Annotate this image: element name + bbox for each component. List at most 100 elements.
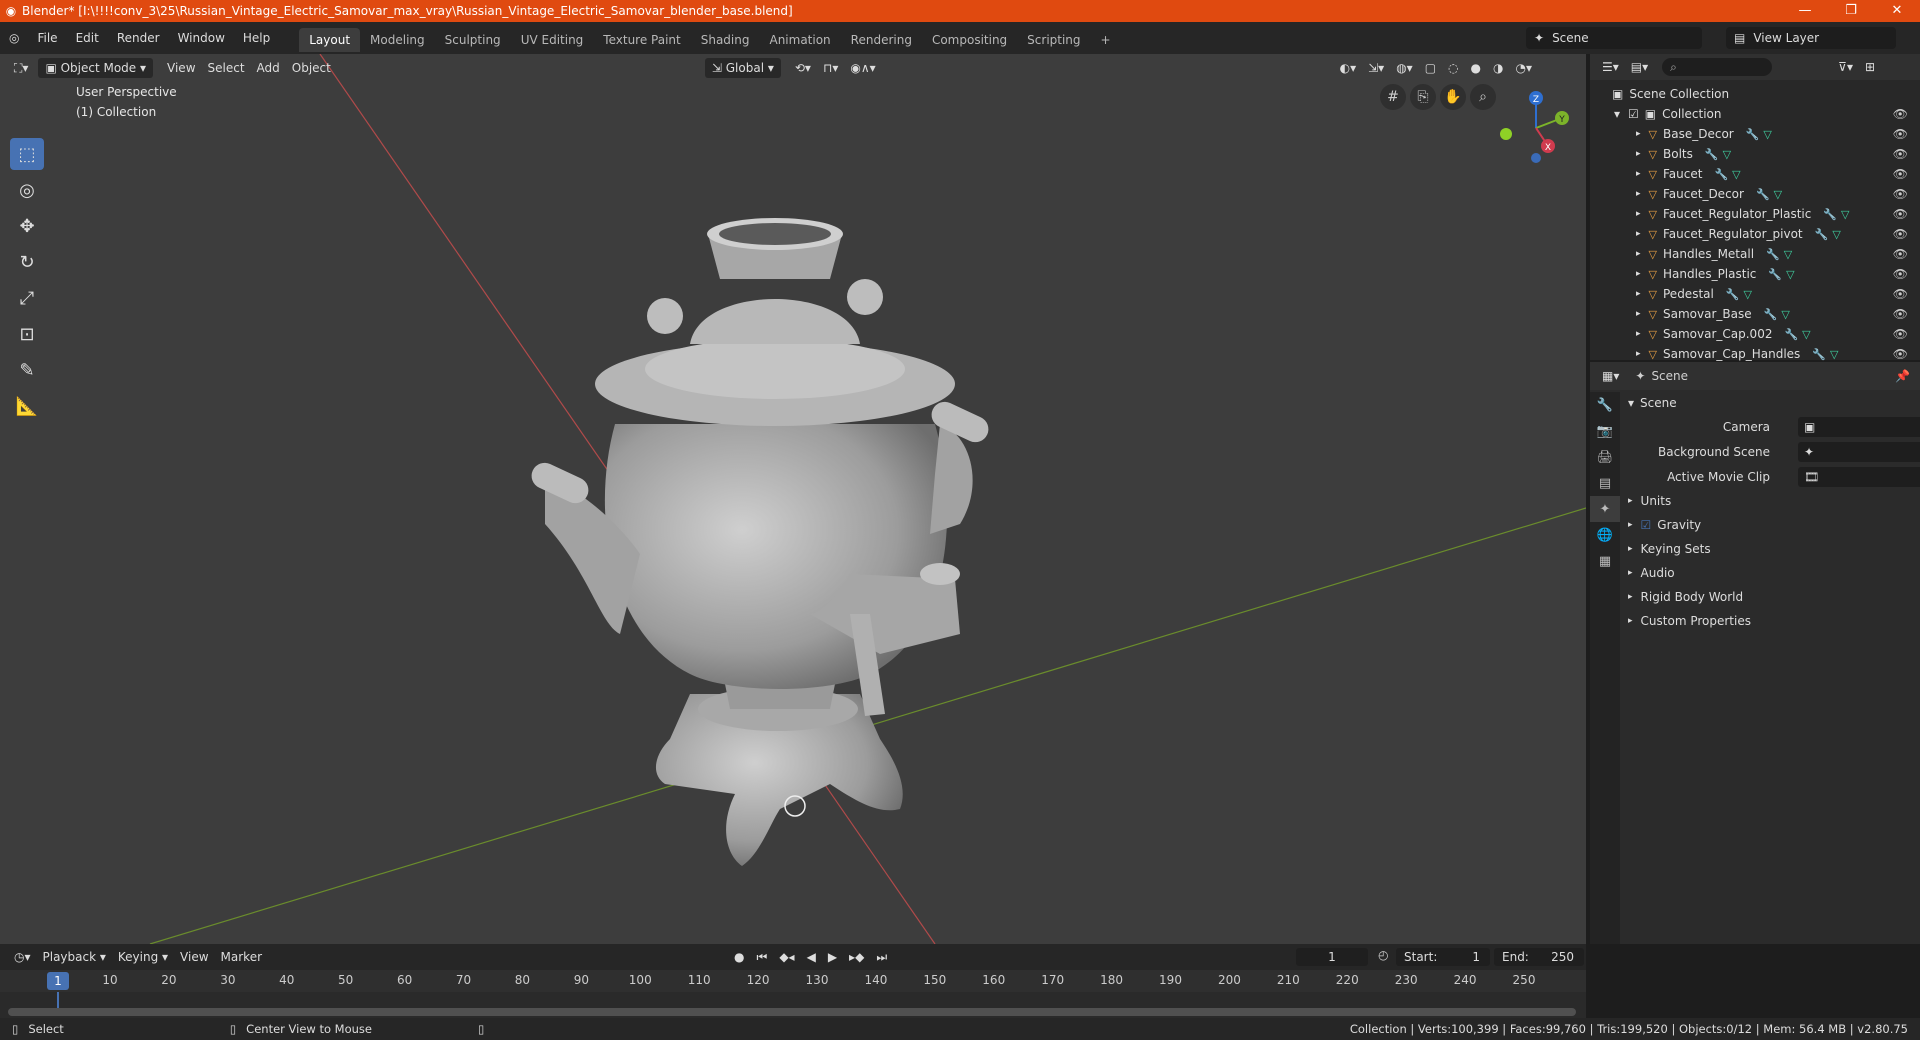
expand-object-icon[interactable]: ▸ xyxy=(1636,329,1641,339)
gizmo-toggle-icon[interactable]: ⇲▾ xyxy=(1362,58,1390,78)
navigation-gizmo[interactable]: Z Y X xyxy=(1496,88,1576,168)
transform-orientation-dropdown[interactable]: ⇲ Global ▾ xyxy=(704,58,781,78)
timeline-editor-icon[interactable]: ◷▾ xyxy=(8,947,37,967)
play-icon[interactable]: ▶ xyxy=(822,947,843,967)
eye-icon[interactable]: 👁 xyxy=(1893,147,1908,161)
menu-timeline-view[interactable]: View xyxy=(174,947,214,967)
expand-object-icon[interactable]: ▸ xyxy=(1636,349,1641,359)
record-button[interactable]: ● xyxy=(728,947,750,967)
outliner-object-row[interactable]: ▸ ▽ Faucet_Regulator_pivot 🔧 ▽ 👁 xyxy=(1590,224,1920,244)
jump-keyframe-back-icon[interactable]: ◆◂ xyxy=(773,947,800,967)
outliner-object-row[interactable]: ▸ ▽ Faucet_Regulator_Plastic 🔧 ▽ 👁 xyxy=(1590,204,1920,224)
expand-object-icon[interactable]: ▸ xyxy=(1636,289,1641,299)
menu-window[interactable]: Window xyxy=(169,22,234,54)
xray-toggle-icon[interactable]: ▢ xyxy=(1419,58,1442,78)
tool-tab-icon[interactable]: 🔧 xyxy=(1590,392,1620,418)
eye-icon[interactable]: 👁 xyxy=(1893,307,1908,321)
eye-icon[interactable]: 👁 xyxy=(1893,107,1908,121)
mesh-data-icon[interactable]: ▽ xyxy=(1784,248,1792,261)
outliner-object-row[interactable]: ▸ ▽ Pedestal 🔧 ▽ 👁 xyxy=(1590,284,1920,304)
eye-icon[interactable]: 👁 xyxy=(1893,267,1908,281)
mesh-data-icon[interactable]: ▽ xyxy=(1830,348,1838,361)
add-workspace-button[interactable]: + xyxy=(1091,28,1121,52)
tab-texture-paint[interactable]: Texture Paint xyxy=(593,28,690,52)
eye-icon[interactable]: 👁 xyxy=(1893,327,1908,341)
measure-tool-icon[interactable]: 📐 xyxy=(10,390,44,422)
eye-icon[interactable]: 👁 xyxy=(1893,287,1908,301)
property-section[interactable]: ▸ Rigid Body World xyxy=(1620,586,1920,608)
mesh-data-icon[interactable]: ▽ xyxy=(1732,168,1740,181)
mesh-data-icon[interactable]: ▽ xyxy=(1841,208,1849,221)
render-tab-icon[interactable]: 📷 xyxy=(1590,418,1620,444)
camera-field[interactable]: ▣✐ xyxy=(1798,417,1920,437)
collection-checkbox[interactable]: ☑ xyxy=(1628,107,1639,121)
outliner-object-row[interactable]: ▸ ▽ Base_Decor 🔧 ▽ 👁 xyxy=(1590,124,1920,144)
overlay-toggle-icon[interactable]: ◍▾ xyxy=(1390,58,1419,78)
expand-object-icon[interactable]: ▸ xyxy=(1636,129,1641,139)
timeline-editor[interactable]: ◷▾ Playback ▾ Keying ▾ View Marker ● ⏮ ◆… xyxy=(0,944,1586,1028)
tab-compositing[interactable]: Compositing xyxy=(922,28,1017,52)
3d-viewport[interactable]: ⛶▾ ▣ Object Mode ▾ View Select Add Objec… xyxy=(0,54,1586,944)
tab-modeling[interactable]: Modeling xyxy=(360,28,435,52)
select-box-tool-icon[interactable]: ⬚ xyxy=(10,138,44,170)
modifier-wrench-icon[interactable]: 🔧 xyxy=(1766,248,1780,261)
outliner-object-row[interactable]: ▸ ▽ Samovar_Cap_Handles 🔧 ▽ 👁 xyxy=(1590,344,1920,364)
menu-add[interactable]: Add xyxy=(251,58,286,78)
jump-keyframe-forward-icon[interactable]: ▸◆ xyxy=(843,947,870,967)
menu-file[interactable]: File xyxy=(28,22,66,54)
modifier-wrench-icon[interactable]: 🔧 xyxy=(1764,308,1778,321)
modifier-wrench-icon[interactable]: 🔧 xyxy=(1746,128,1760,141)
scene-collection-row[interactable]: ▣ Scene Collection xyxy=(1590,84,1920,104)
menu-render[interactable]: Render xyxy=(108,22,169,54)
object-mode-dropdown[interactable]: ▣ Object Mode ▾ xyxy=(38,58,154,78)
play-reverse-icon[interactable]: ◀ xyxy=(801,947,822,967)
maximize-button[interactable]: ❐ xyxy=(1828,0,1874,22)
stopwatch-icon[interactable]: ◴ xyxy=(1378,948,1388,962)
expand-object-icon[interactable]: ▸ xyxy=(1636,169,1641,179)
timeline-scrollbar[interactable] xyxy=(8,1008,1576,1016)
shading-solid-icon[interactable]: ● xyxy=(1465,58,1487,78)
transform-tool-icon[interactable]: ⊡ xyxy=(10,318,44,350)
shading-material-icon[interactable]: ◑ xyxy=(1487,58,1509,78)
end-frame-field[interactable]: End: 250 xyxy=(1494,948,1584,966)
modifier-wrench-icon[interactable]: 🔧 xyxy=(1726,288,1740,301)
playhead[interactable]: 1 xyxy=(47,972,69,990)
modifier-wrench-icon[interactable]: 🔧 xyxy=(1756,188,1770,201)
zoom-view-icon[interactable]: ⌕ xyxy=(1470,84,1496,110)
property-section[interactable]: ▸ Custom Properties xyxy=(1620,610,1920,632)
minimize-button[interactable]: — xyxy=(1782,0,1828,22)
modifier-wrench-icon[interactable]: 🔧 xyxy=(1714,168,1728,181)
expand-object-icon[interactable]: ▸ xyxy=(1636,209,1641,219)
menu-object[interactable]: Object xyxy=(286,58,337,78)
modifier-wrench-icon[interactable]: 🔧 xyxy=(1705,148,1719,161)
close-button[interactable]: ✕ xyxy=(1874,0,1920,22)
outliner-object-row[interactable]: ▸ ▽ Bolts 🔧 ▽ 👁 xyxy=(1590,144,1920,164)
menu-edit[interactable]: Edit xyxy=(67,22,108,54)
visibility-icon[interactable]: ◐▾ xyxy=(1334,58,1363,78)
editor-type-icon[interactable]: ⛶▾ xyxy=(8,58,34,78)
blender-menu-icon[interactable]: ◎ xyxy=(0,22,28,54)
properties-editor-icon[interactable]: ▦▾ xyxy=(1596,366,1625,386)
output-tab-icon[interactable]: 🖨 xyxy=(1590,444,1620,470)
expand-object-icon[interactable]: ▸ xyxy=(1636,149,1641,159)
property-section[interactable]: ▸ Keying Sets xyxy=(1620,538,1920,560)
mesh-data-icon[interactable]: ▽ xyxy=(1723,148,1731,161)
frame-ruler[interactable]: 1 10 20 30 40 50 60 70 80 90 100 110 120 130 140 150 16… xyxy=(0,970,1586,992)
tab-scripting[interactable]: Scripting xyxy=(1017,28,1090,52)
scene-tab-icon[interactable]: ✦ xyxy=(1590,496,1620,522)
tab-layout[interactable]: Layout xyxy=(299,28,361,52)
outliner-object-row[interactable]: ▸ ▽ Faucet 🔧 ▽ 👁 xyxy=(1590,164,1920,184)
view-layer-selector[interactable]: ▤ View Layer xyxy=(1726,27,1896,49)
background-scene-field[interactable]: ✦ xyxy=(1798,442,1920,462)
eye-icon[interactable]: 👁 xyxy=(1893,127,1908,141)
gravity-checkbox[interactable]: ☑ xyxy=(1641,518,1652,532)
mesh-data-icon[interactable]: ▽ xyxy=(1744,288,1752,301)
outliner-object-row[interactable]: ▸ ▽ Samovar_Cap.002 🔧 ▽ 👁 xyxy=(1590,324,1920,344)
outliner-object-row[interactable]: ▸ ▽ Handles_Metall 🔧 ▽ 👁 xyxy=(1590,244,1920,264)
start-frame-field[interactable]: Start: 1 xyxy=(1396,948,1490,966)
proportional-edit-icon[interactable]: ◉∧▾ xyxy=(844,58,881,78)
eye-icon[interactable]: 👁 xyxy=(1893,247,1908,261)
tab-animation[interactable]: Animation xyxy=(759,28,840,52)
menu-keying[interactable]: Keying ▾ xyxy=(112,947,174,967)
scene-panel-header[interactable]: ▾ Scene xyxy=(1620,392,1920,414)
